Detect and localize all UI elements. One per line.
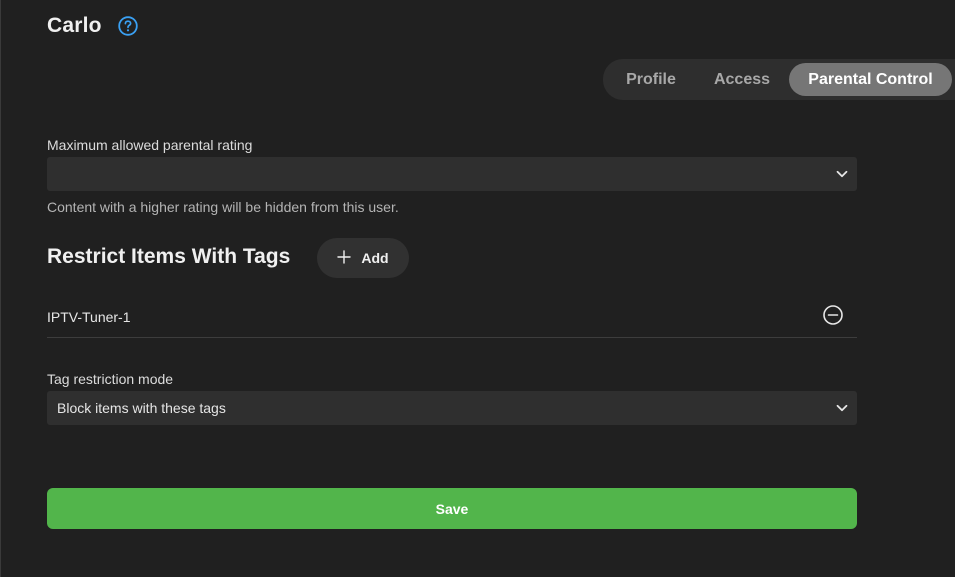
parental-rating-helper: Content with a higher rating will be hid…: [47, 199, 399, 215]
tag-mode-select[interactable]: Block items with these tags: [47, 391, 857, 425]
tag-mode-label: Tag restriction mode: [47, 371, 174, 387]
parental-rating-label: Maximum allowed parental rating: [47, 137, 253, 153]
add-tag-button[interactable]: Add: [317, 238, 409, 278]
minus-circle-icon[interactable]: [822, 304, 844, 326]
question-circle-icon[interactable]: [117, 16, 138, 36]
tab-access[interactable]: Access: [695, 63, 789, 96]
page-header: Carlo: [47, 14, 138, 38]
tab-parental-control[interactable]: Parental Control: [789, 63, 952, 96]
user-name-title: Carlo: [47, 14, 102, 37]
parental-control-page: Carlo Profile Access Parental Control Ma…: [0, 0, 955, 577]
chevron-down-icon: [835, 401, 849, 415]
restrict-tags-title: Restrict Items With Tags: [47, 245, 291, 268]
chevron-down-icon: [835, 167, 849, 181]
plus-icon: [337, 249, 352, 267]
tag-mode-value: Block items with these tags: [57, 400, 226, 416]
tag-name: IPTV-Tuner-1: [47, 308, 131, 325]
add-tag-label: Add: [361, 250, 389, 266]
parental-rating-select[interactable]: [47, 157, 857, 191]
save-button[interactable]: Save: [47, 488, 857, 529]
tag-list-item: IPTV-Tuner-1: [47, 296, 857, 338]
user-tabs: Profile Access Parental Control: [603, 59, 955, 100]
tab-profile[interactable]: Profile: [607, 63, 695, 96]
